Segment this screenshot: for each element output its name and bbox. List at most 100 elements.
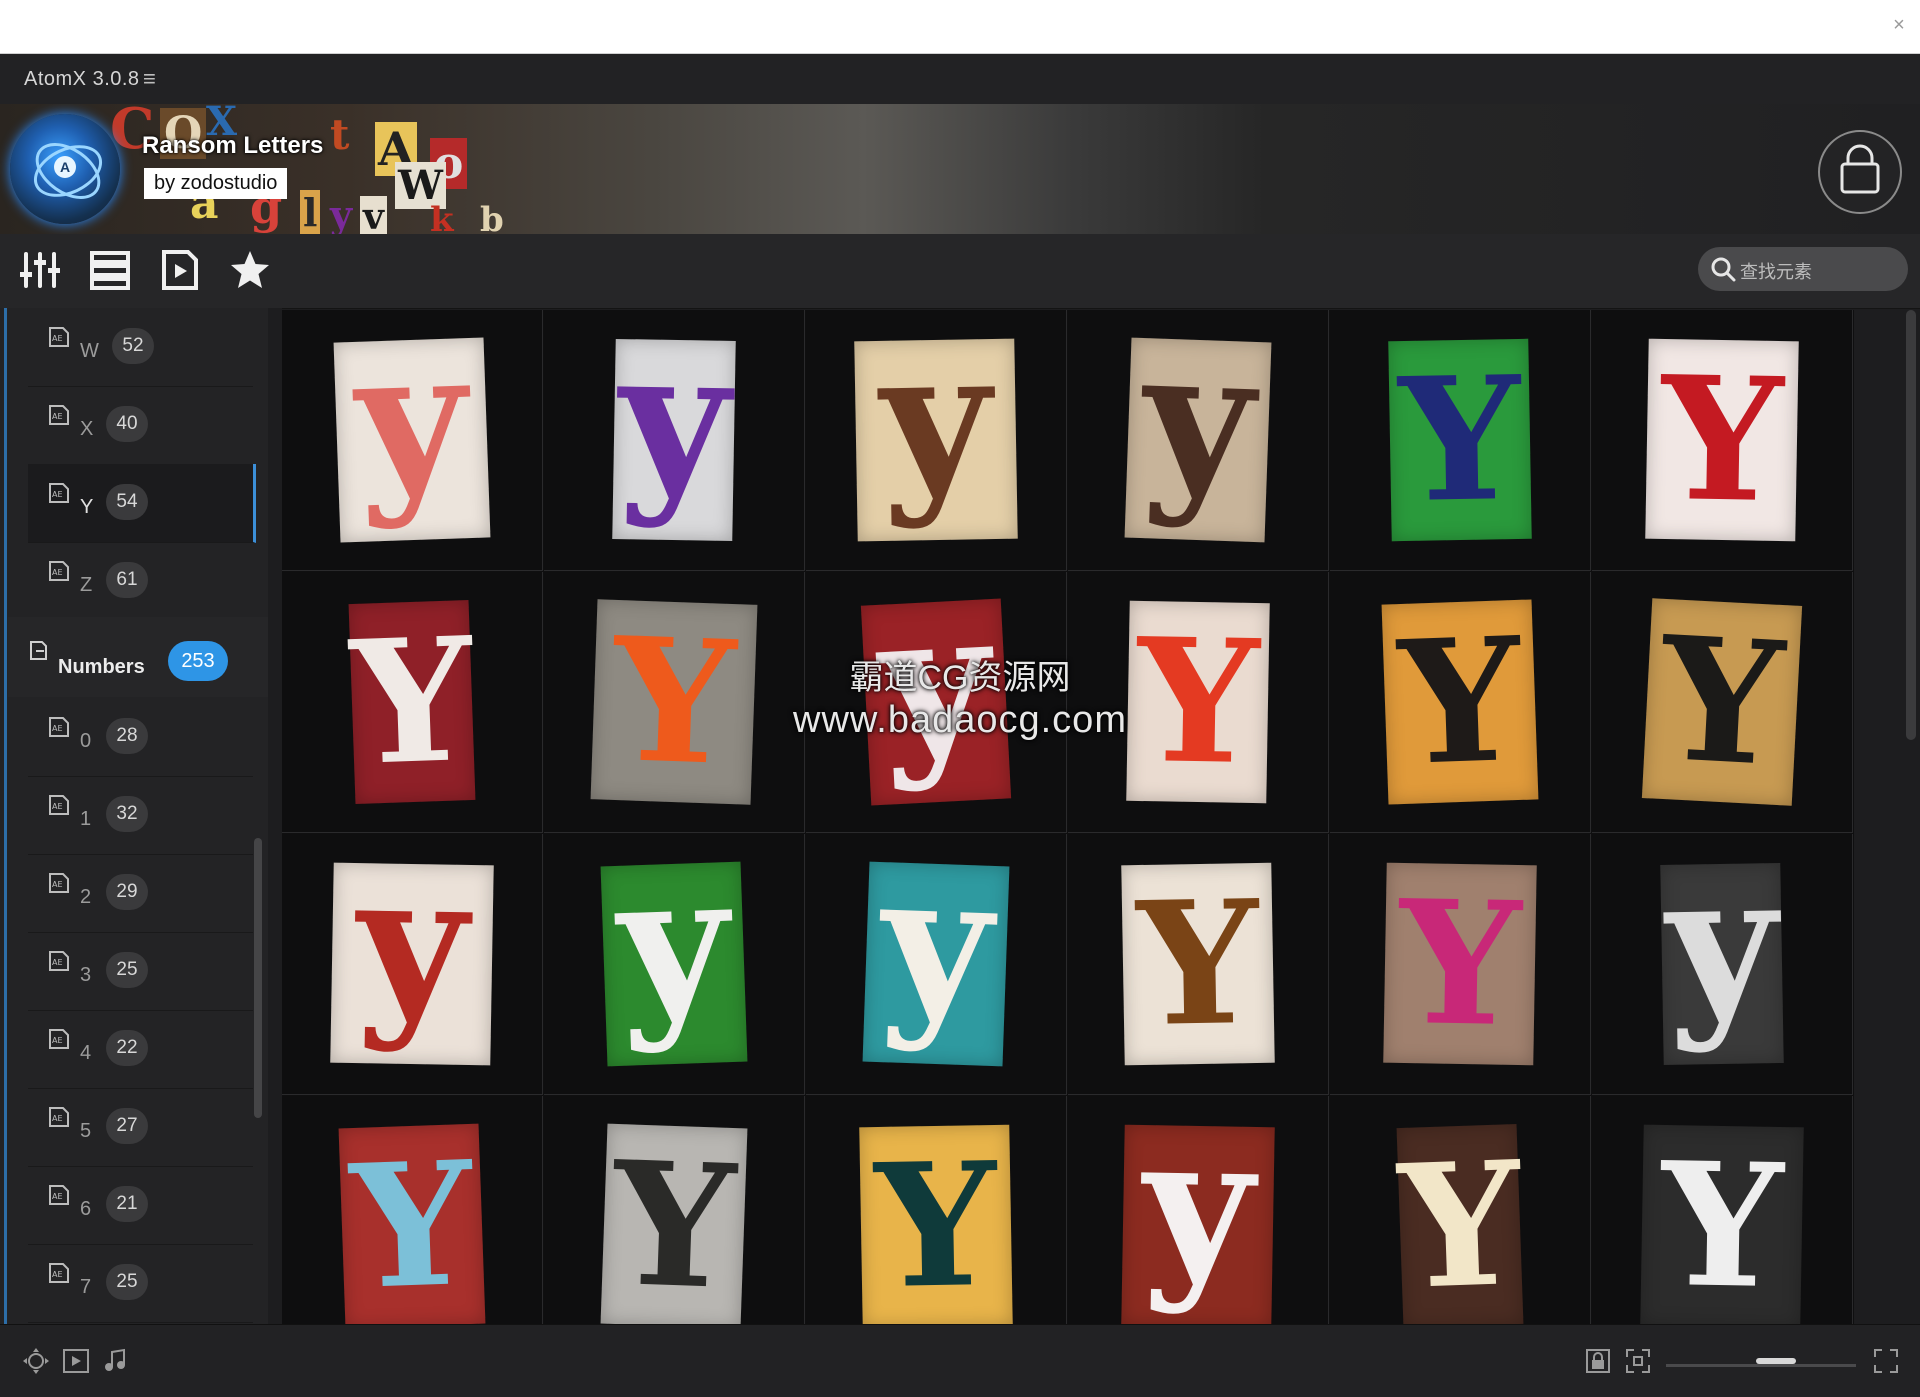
close-icon[interactable]: ×	[1884, 10, 1914, 40]
count-badge: 21	[106, 1186, 148, 1222]
letter-cutout: Y	[348, 600, 476, 804]
letter-glyph: Y	[1659, 1124, 1785, 1324]
grid-tile[interactable]: y	[1592, 834, 1853, 1095]
grid-tile[interactable]: Y	[282, 572, 543, 833]
sidebar-item-x[interactable]: AE X 40	[28, 386, 253, 465]
ae-file-icon: AE	[49, 327, 69, 347]
fullscreen-icon[interactable]	[1872, 1347, 1900, 1375]
ae-file-icon: AE	[49, 405, 69, 425]
zoom-slider[interactable]	[1666, 1364, 1856, 1367]
grid-tile[interactable]: Y	[1068, 834, 1329, 1095]
sidebar-item-label: 0	[80, 730, 92, 752]
ae-file-icon: AE	[49, 717, 69, 737]
svg-text:AE: AE	[52, 724, 63, 733]
letter-glyph: Y	[1656, 598, 1788, 806]
svg-text:AE: AE	[52, 490, 63, 499]
grid-tile[interactable]: Y	[544, 1096, 805, 1324]
shop-button[interactable]	[1818, 130, 1902, 214]
sidebar-item-y[interactable]: AE Y 54	[28, 464, 256, 543]
count-badge: 25	[106, 1264, 148, 1300]
sidebar-item-5[interactable]: AE 5 27	[28, 1088, 253, 1167]
sidebar-item-label: 3	[80, 964, 92, 986]
search-bar[interactable]: 查找元素	[1698, 247, 1908, 291]
grid-tile[interactable]: Y	[1330, 310, 1591, 571]
grid-tile[interactable]: Y	[806, 1096, 1067, 1324]
grid-tile[interactable]: y	[544, 310, 805, 571]
title-bar: AtomX 3.0.8 ≡	[0, 54, 1920, 104]
grid-tile[interactable]: Y	[1068, 572, 1329, 833]
status-bar	[0, 1324, 1920, 1397]
grid-tile[interactable]: y	[806, 834, 1067, 1095]
letter-glyph: Y	[1659, 338, 1785, 542]
letter-cutout: Y	[1383, 862, 1537, 1066]
letter-glyph: y	[1664, 834, 1779, 1056]
count-badge: 22	[106, 1030, 148, 1066]
category-count-badge: 253	[168, 641, 228, 681]
grid-tile[interactable]: y	[1068, 1096, 1329, 1324]
grid-tile[interactable]: Y	[1330, 1096, 1591, 1324]
letter-cutout: y	[333, 310, 491, 543]
letter-glyph: y	[614, 834, 733, 1057]
grid-tile[interactable]: Y	[282, 1096, 543, 1324]
ae-file-icon: AE	[49, 1263, 69, 1283]
sidebar-item-w[interactable]: AE W 52	[28, 308, 253, 387]
sidebar-scrollbar[interactable]	[254, 838, 262, 1118]
atomx-logo: A	[10, 114, 120, 224]
sidebar-item-4[interactable]: AE 4 22	[28, 1010, 253, 1089]
list-view-icon[interactable]	[88, 248, 132, 292]
sidebar-item-label: 2	[80, 886, 92, 908]
sidebar-item-3[interactable]: AE 3 25	[28, 932, 253, 1011]
grid-scrollbar[interactable]	[1906, 310, 1916, 740]
sidebar: AE W 52 AE X 40 AE Y 54 AE Z 61 Numbers …	[0, 308, 268, 1324]
letter-glyph: Y	[347, 1123, 477, 1324]
sliders-icon[interactable]	[18, 248, 62, 292]
letter-glyph: y	[877, 834, 996, 1057]
sidebar-item-2[interactable]: AE 2 29	[28, 854, 253, 933]
grid-tile[interactable]: Y	[1592, 572, 1853, 833]
grid-tile[interactable]: y	[806, 310, 1067, 571]
letter-glyph: Y	[873, 1124, 999, 1324]
svg-text:AE: AE	[52, 1114, 63, 1123]
grid-tile[interactable]: Y	[1330, 572, 1591, 833]
sidebar-accent-line	[4, 308, 7, 1324]
sidebar-category-numbers[interactable]: Numbers 253	[8, 617, 268, 697]
sidebar-item-label: 5	[80, 1120, 92, 1142]
grid-tile[interactable]: Y	[1592, 310, 1853, 571]
letter-glyph: y	[1141, 1096, 1256, 1318]
grid-tile[interactable]: y	[1068, 310, 1329, 571]
pane-divider[interactable]	[268, 308, 282, 1324]
letter-cutout: Y	[1640, 1124, 1804, 1324]
grid-tile[interactable]: y	[806, 572, 1067, 833]
category-label: Numbers	[58, 656, 145, 678]
grid-tile[interactable]: y	[282, 834, 543, 1095]
lock-icon[interactable]	[1584, 1347, 1612, 1375]
sidebar-item-7[interactable]: AE 7 25	[28, 1244, 253, 1323]
zoom-slider-thumb[interactable]	[1756, 1358, 1796, 1364]
sidebar-item-label: Y	[80, 496, 94, 518]
sidebar-item-6[interactable]: AE 6 21	[28, 1166, 253, 1245]
grid-tile[interactable]: Y	[1592, 1096, 1853, 1324]
letter-glyph: Y	[1397, 862, 1523, 1066]
sidebar-item-1[interactable]: AE 1 32	[28, 776, 253, 855]
letter-glyph: Y	[1395, 1123, 1525, 1324]
grid-tile[interactable]: y	[282, 310, 543, 571]
count-badge: 54	[106, 484, 148, 520]
grid-tile[interactable]: Y	[544, 572, 805, 833]
grid-tile[interactable]: y	[544, 834, 805, 1095]
fit-view-icon[interactable]	[1624, 1347, 1652, 1375]
star-icon[interactable]	[228, 248, 272, 292]
move-target-icon[interactable]	[22, 1347, 50, 1375]
grid-tile[interactable]: Y	[1330, 834, 1591, 1095]
ae-file-icon: AE	[49, 873, 69, 893]
pack-author-badge: by zodostudio	[144, 168, 288, 199]
hamburger-menu-icon[interactable]: ≡	[143, 66, 156, 92]
search-input[interactable]: 查找元素	[1740, 258, 1812, 284]
music-note-icon[interactable]	[102, 1347, 130, 1375]
folder-icon	[30, 641, 47, 660]
svg-text:AE: AE	[52, 880, 63, 889]
sidebar-item-0[interactable]: AE 0 28	[28, 698, 253, 777]
sidebar-item-z[interactable]: AE Z 61	[28, 542, 253, 621]
window-top-strip: ×	[0, 0, 1920, 54]
video-file-icon[interactable]	[158, 248, 202, 292]
preview-video-icon[interactable]	[62, 1347, 90, 1375]
